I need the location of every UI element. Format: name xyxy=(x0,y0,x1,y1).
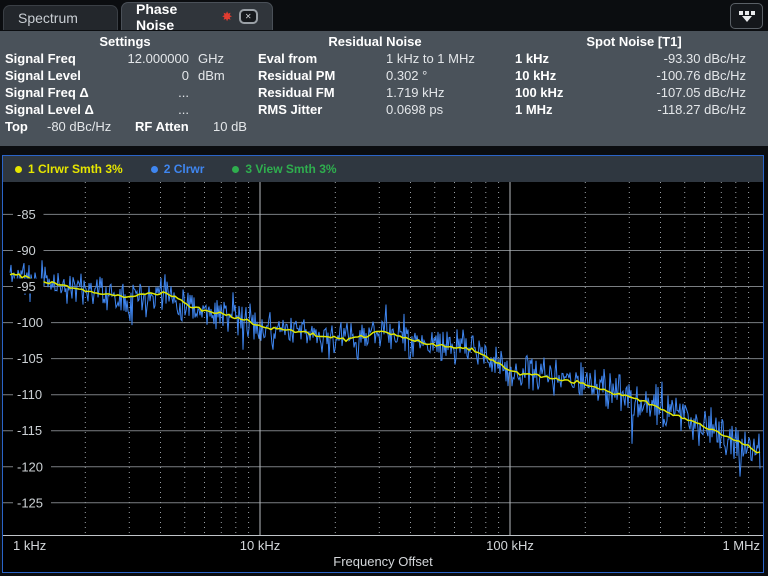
phase-noise-plot[interactable]: -85 -90 -95 -100 -105 -110 -115 -120 -125 xyxy=(3,182,763,536)
trace-2-dot-icon xyxy=(151,166,158,173)
settings-row-signal-level-delta: Signal Level Δ ... xyxy=(0,101,250,118)
x-axis-ticks: 1 kHz 10 kHz 100 kHz 1 MHz xyxy=(3,536,763,554)
window-menu-button[interactable] xyxy=(730,3,763,29)
svg-text:-120: -120 xyxy=(17,459,43,474)
chart-area[interactable]: -85 -90 -95 -100 -105 -110 -115 -120 -125 xyxy=(3,182,763,536)
spot-row-1mhz: 1 MHz -118.27 dBc/Hz xyxy=(500,101,768,118)
x-tick-1mhz: 1 MHz xyxy=(722,538,760,553)
legend-trace-2[interactable]: 2 Clrwr xyxy=(151,162,205,176)
trace-2-label: 2 Clrwr xyxy=(164,162,205,176)
settings-title: Settings xyxy=(0,33,250,50)
residual-noise-title: Residual Noise xyxy=(250,33,500,50)
svg-text:-125: -125 xyxy=(17,495,43,510)
settings-section: Settings Signal Freq 12.000000 GHz Signa… xyxy=(0,33,250,146)
svg-text:-90: -90 xyxy=(17,243,36,258)
measurement-header: Settings Signal Freq 12.000000 GHz Signa… xyxy=(0,31,768,146)
trace-3-label: 3 View Smth 3% xyxy=(245,162,336,176)
tab-close-icon[interactable]: ✕ xyxy=(239,9,258,24)
menu-dots-icon xyxy=(739,11,755,15)
residual-row-pm: Residual PM 0.302 ° xyxy=(250,67,500,84)
x-tick-100khz: 100 kHz xyxy=(486,538,534,553)
settings-row-signal-level: Signal Level 0 dBm xyxy=(0,67,250,84)
svg-text:-110: -110 xyxy=(17,387,42,402)
phase-noise-diagram-panel: 1 Clrwr Smth 3% 2 Clrwr 3 View Smth 3% -… xyxy=(2,155,764,573)
residual-row-rms-jitter: RMS Jitter 0.0698 ps xyxy=(250,101,500,118)
spot-noise-section: Spot Noise [T1] 1 kHz -93.30 dBc/Hz 10 k… xyxy=(500,33,768,146)
settings-row-signal-freq-delta: Signal Freq Δ ... xyxy=(0,84,250,101)
x-tick-1khz: 1 kHz xyxy=(13,538,46,553)
svg-text:-85: -85 xyxy=(17,207,36,222)
spot-row-10khz: 10 kHz -100.76 dBc/Hz xyxy=(500,67,768,84)
settings-row-signal-freq: Signal Freq 12.000000 GHz xyxy=(0,50,250,67)
tab-spectrum[interactable]: Spectrum xyxy=(3,5,118,30)
spot-noise-title: Spot Noise [T1] xyxy=(500,33,768,50)
tab-spectrum-label: Spectrum xyxy=(18,10,78,26)
trace-1-dot-icon xyxy=(15,166,22,173)
tab-bar: Spectrum Phase Noise ✸ ✕ xyxy=(0,0,768,30)
settings-row-top-rfatten: Top -80 dBc/Hz RF Atten 10 dB xyxy=(0,118,250,135)
x-axis-title: Frequency Offset xyxy=(3,554,763,571)
modified-star-icon: ✸ xyxy=(222,10,233,23)
tab-phase-noise-label: Phase Noise xyxy=(136,1,212,33)
residual-noise-section: Residual Noise Eval from 1 kHz to 1 MHz … xyxy=(250,33,500,146)
analyzer-screen: { "window": { "tabs": [ { "label": "Spec… xyxy=(0,0,768,576)
residual-row-fm: Residual FM 1.719 kHz xyxy=(250,84,500,101)
chevron-down-icon xyxy=(742,16,752,22)
tab-phase-noise[interactable]: Phase Noise ✸ ✕ xyxy=(121,2,273,30)
legend-trace-3[interactable]: 3 View Smth 3% xyxy=(232,162,336,176)
spot-row-1khz: 1 kHz -93.30 dBc/Hz xyxy=(500,50,768,67)
trace-3-dot-icon xyxy=(232,166,239,173)
spot-row-100khz: 100 kHz -107.05 dBc/Hz xyxy=(500,84,768,101)
svg-text:-95: -95 xyxy=(17,279,36,294)
trace-legend-bar: 1 Clrwr Smth 3% 2 Clrwr 3 View Smth 3% xyxy=(3,156,763,182)
svg-text:-115: -115 xyxy=(17,423,42,438)
svg-text:-100: -100 xyxy=(17,315,43,330)
trace-1-label: 1 Clrwr Smth 3% xyxy=(28,162,123,176)
residual-row-eval-from: Eval from 1 kHz to 1 MHz xyxy=(250,50,500,67)
x-tick-10khz: 10 kHz xyxy=(240,538,280,553)
legend-trace-1[interactable]: 1 Clrwr Smth 3% xyxy=(15,162,123,176)
svg-text:-105: -105 xyxy=(17,351,43,366)
